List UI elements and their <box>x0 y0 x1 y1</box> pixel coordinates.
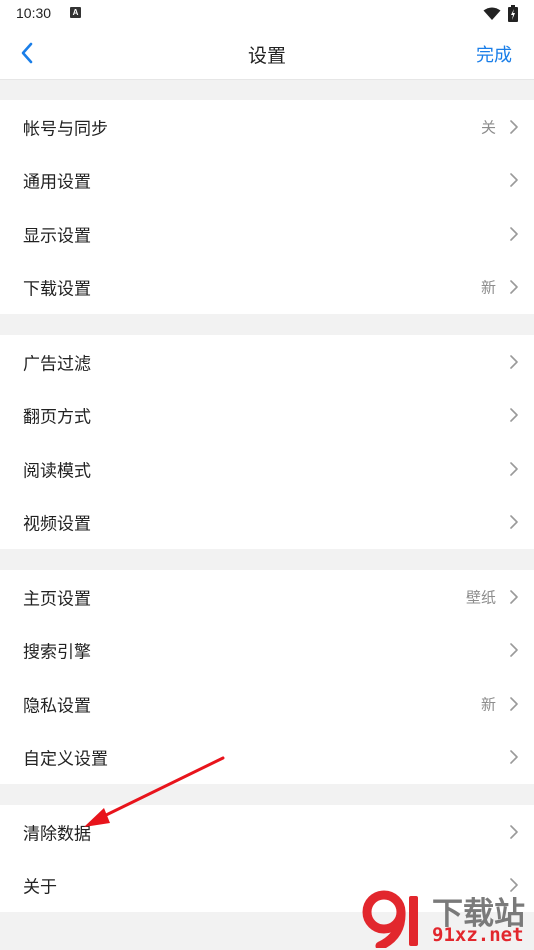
chevron-right-icon <box>510 750 518 765</box>
watermark: 下载站 91xz.net <box>362 886 534 950</box>
chevron-right-icon <box>510 119 518 134</box>
nav-bar: 设置 完成 <box>0 28 534 80</box>
row-value: 关 <box>480 118 496 137</box>
row-download-settings[interactable]: 下载设置 新 <box>0 261 534 315</box>
watermark-url: 91xz.net <box>432 924 524 946</box>
row-label: 搜索引擎 <box>23 642 91 663</box>
chevron-right-icon <box>510 461 518 476</box>
chevron-right-icon <box>510 515 518 530</box>
chevron-right-icon <box>510 589 518 604</box>
row-label: 关于 <box>23 877 57 898</box>
row-value: 新 <box>480 278 496 297</box>
row-home-settings[interactable]: 主页设置 壁纸 <box>0 570 534 624</box>
settings-group-reading: 广告过滤 翻页方式 阅读模式 视频设置 <box>0 335 534 549</box>
done-button[interactable]: 完成 <box>476 41 512 67</box>
chevron-right-icon <box>510 280 518 295</box>
row-privacy-settings[interactable]: 隐私设置 新 <box>0 677 534 731</box>
settings-group-account: 帐号与同步 关 通用设置 显示设置 下载设置 新 <box>0 100 534 314</box>
row-label: 视频设置 <box>23 514 91 535</box>
wifi-icon <box>483 6 501 25</box>
row-ad-filter[interactable]: 广告过滤 <box>0 335 534 389</box>
chevron-right-icon <box>510 824 518 839</box>
row-value: 新 <box>480 695 496 714</box>
row-general-settings[interactable]: 通用设置 <box>0 154 534 208</box>
row-label: 自定义设置 <box>23 749 108 770</box>
row-label: 隐私设置 <box>23 696 91 717</box>
chevron-right-icon <box>510 643 518 658</box>
row-label: 主页设置 <box>23 589 91 610</box>
row-search-engine[interactable]: 搜索引擎 <box>0 624 534 678</box>
settings-group-home: 主页设置 壁纸 搜索引擎 隐私设置 新 自定义设置 <box>0 570 534 784</box>
row-label: 显示设置 <box>23 226 91 247</box>
settings-list: 帐号与同步 关 通用设置 显示设置 下载设置 新 广告过滤 翻页方式 阅读模式 … <box>0 100 534 933</box>
battery-icon <box>508 5 518 26</box>
row-label: 广告过滤 <box>23 354 91 375</box>
row-reading-mode[interactable]: 阅读模式 <box>0 442 534 496</box>
chevron-right-icon <box>510 408 518 423</box>
chevron-right-icon <box>510 173 518 188</box>
chevron-right-icon <box>510 354 518 369</box>
row-video-settings[interactable]: 视频设置 <box>0 496 534 550</box>
chevron-right-icon <box>510 696 518 711</box>
row-label: 翻页方式 <box>23 407 91 428</box>
row-display-settings[interactable]: 显示设置 <box>0 207 534 261</box>
watermark-logo-icon <box>362 890 418 948</box>
row-custom-settings[interactable]: 自定义设置 <box>0 731 534 785</box>
row-value: 壁纸 <box>465 588 496 607</box>
row-label: 清除数据 <box>23 824 91 845</box>
row-clear-data[interactable]: 清除数据 <box>0 805 534 859</box>
status-bar: 10:30 A <box>0 0 534 28</box>
a-box-icon: A <box>70 7 81 18</box>
row-label: 下载设置 <box>23 279 91 300</box>
chevron-right-icon <box>510 226 518 241</box>
row-label: 阅读模式 <box>23 461 91 482</box>
row-account-sync[interactable]: 帐号与同步 关 <box>0 100 534 154</box>
page-title: 设置 <box>247 45 286 67</box>
row-label: 帐号与同步 <box>23 119 108 140</box>
status-time: 10:30 <box>16 5 52 21</box>
row-page-turn[interactable]: 翻页方式 <box>0 389 534 443</box>
row-label: 通用设置 <box>23 172 91 193</box>
